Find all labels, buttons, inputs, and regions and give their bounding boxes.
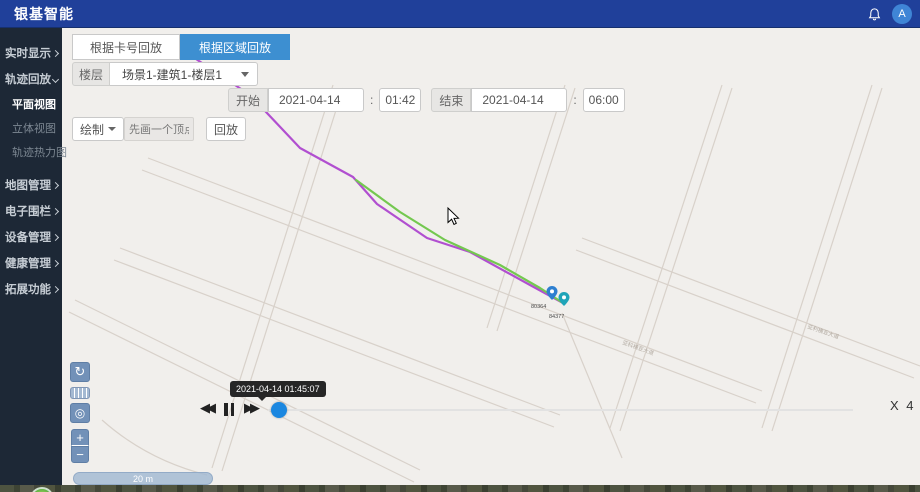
time-range-row: 开始 : 结束 : [228,88,625,112]
sidebar-item-label: 平面视图 [12,96,56,112]
user-avatar[interactable]: A [892,4,912,24]
playback-mode-tabs: 根据卡号回放 根据区域回放 [72,34,290,60]
chevron-right-icon [52,207,59,214]
time-separator: : [370,93,373,107]
tab-by-card[interactable]: 根据卡号回放 [72,34,180,60]
refresh-icon: ↻ [75,364,86,380]
chevron-right-icon [52,233,59,240]
tab-by-region[interactable]: 根据区域回放 [180,34,290,60]
end-time-input[interactable] [583,88,625,112]
sidebar-item-label: 轨迹回放 [5,71,51,87]
playback-speed-label: X 4 [890,398,916,413]
sidebar-item-geofence[interactable]: 电子围栏 [0,198,62,224]
rewind-button[interactable]: ◀◀ [200,401,212,416]
app-title: 银基智能 [0,4,74,24]
plus-icon: + [76,430,84,445]
sidebar-item-3d-view[interactable]: 立体视图 [0,116,62,140]
time-separator: : [573,93,576,107]
draw-hint-input[interactable] [124,117,194,141]
chevron-right-icon [52,181,59,188]
pause-button[interactable] [224,403,236,416]
sidebar-item-label: 实时显示 [5,45,51,61]
minus-icon: − [76,447,84,462]
map-zoom-out-button[interactable]: − [71,446,89,463]
sidebar-item-plan-view[interactable]: 平面视图 [0,92,62,116]
sidebar-nav: 实时显示 轨迹回放 平面视图 立体视图 轨迹热力图 地图管理 电子围栏 设备管理 [0,28,62,485]
bell-icon[interactable] [867,7,882,22]
sidebar-item-realtime[interactable]: 实时显示 [0,40,62,66]
replay-button[interactable]: 回放 [206,117,246,141]
sidebar-item-label: 电子围栏 [5,203,51,219]
aerial-imagery-strip [0,485,920,492]
sidebar-item-label: 地图管理 [5,177,51,193]
sidebar-item-label: 健康管理 [5,255,51,271]
track-line-green [356,180,563,303]
map-locate-button[interactable]: ◎ [70,403,90,423]
map-viewport[interactable]: 亚科横亚大道 亚利横亚大道 80364 84377 根据卡号回放 根据区域回放 [62,28,920,485]
chevron-right-icon [52,259,59,266]
pin-label: 84377 [549,314,564,320]
floor-select-value: 场景1-建筑1-楼层1 [122,66,222,83]
draw-button-label: 绘制 [80,121,104,138]
sidebar-item-device-management[interactable]: 设备管理 [0,224,62,250]
app-window: 银基智能 A 实时显示 轨迹回放 平面视图 立体视图 轨迹热力图 [0,0,920,492]
map-scale-bar: 20 m [73,472,213,485]
street-label: 亚利横亚大道 [806,322,840,340]
sidebar-item-track-playback[interactable]: 轨迹回放 [0,66,62,92]
timeline-track[interactable] [268,409,853,411]
end-label: 结束 [431,88,471,112]
end-date-input[interactable] [471,88,567,112]
map-zoom-in-button[interactable]: + [71,429,89,446]
sidebar-item-map-management[interactable]: 地图管理 [0,172,62,198]
map-roads [69,85,920,482]
sidebar-item-label: 立体视图 [12,120,56,136]
sidebar-item-label: 轨迹热力图 [12,144,67,160]
caret-down-icon [241,72,249,77]
start-time-input[interactable] [379,88,421,112]
sidebar-item-label: 设备管理 [5,229,51,245]
start-label: 开始 [228,88,268,112]
sidebar-item-heatmap[interactable]: 轨迹热力图 [0,140,62,164]
sidebar-item-label: 拓展功能 [5,281,51,297]
locate-icon: ◎ [75,406,85,420]
floor-select[interactable]: 场景1-建筑1-楼层1 [110,62,258,86]
chevron-right-icon [52,285,59,292]
mouse-cursor-icon [448,208,459,224]
fast-forward-button[interactable]: ▶▶ [244,401,256,416]
sidebar-item-extensions[interactable]: 拓展功能 [0,276,62,302]
start-date-input[interactable] [268,88,364,112]
draw-controls-row: 绘制 回放 [72,117,246,141]
timeline-tooltip: 2021-04-14 01:45:07 [230,381,326,397]
pin-label: 80364 [531,304,546,310]
chevron-down-icon [52,75,59,82]
floor-selector-row: 楼层 场景1-建筑1-楼层1 [72,62,258,86]
timeline-handle[interactable] [271,402,287,418]
map-measure-button[interactable] [70,387,90,399]
floor-label: 楼层 [72,62,110,86]
chevron-right-icon [52,49,59,56]
draw-button[interactable]: 绘制 [72,117,124,141]
sidebar-item-health-management[interactable]: 健康管理 [0,250,62,276]
caret-down-icon [108,127,116,131]
top-header: 银基智能 A [0,0,920,28]
map-refresh-button[interactable]: ↻ [70,362,90,382]
map-pin-teal[interactable] [559,292,570,306]
